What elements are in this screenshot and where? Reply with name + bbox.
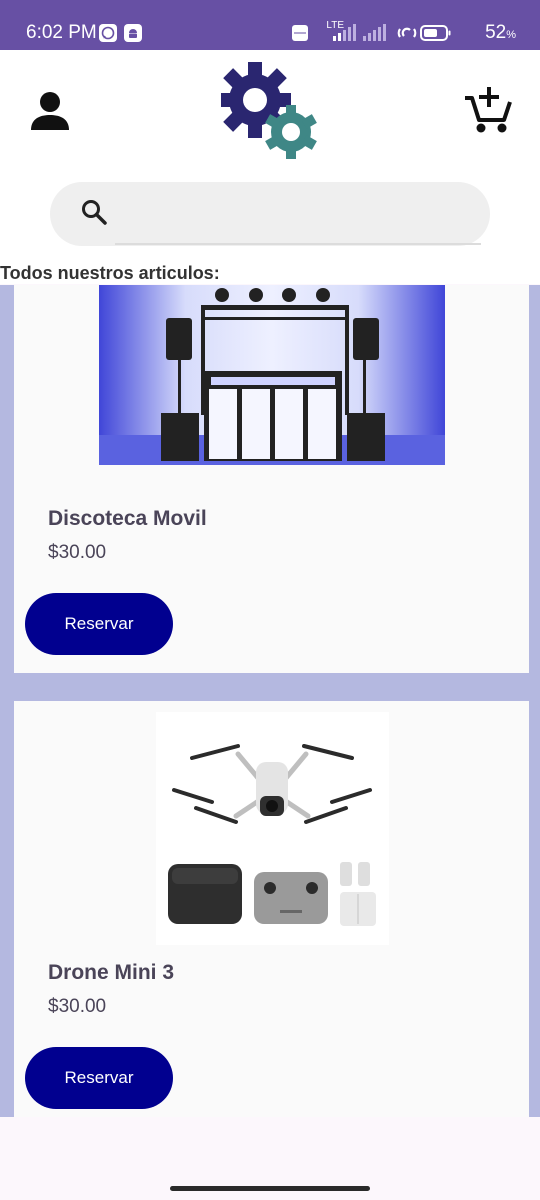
search-input[interactable]	[118, 194, 472, 236]
reserve-button[interactable]: Reservar	[25, 1047, 173, 1109]
search-icon[interactable]	[80, 198, 108, 226]
section-title: Todos nuestros articulos:	[0, 263, 220, 283]
hotspot-icon	[397, 27, 417, 38]
product-price: $30.00	[48, 542, 107, 563]
home-indicator[interactable]	[170, 1186, 370, 1191]
signal-icon-2	[363, 24, 386, 41]
whatsapp-icon	[99, 24, 117, 42]
battery-level: 52%	[485, 22, 516, 43]
person-icon[interactable]	[28, 90, 72, 132]
signal-icon	[333, 24, 356, 41]
product-image-drone	[156, 712, 389, 945]
add-to-cart-icon[interactable]	[462, 84, 514, 136]
gears-logo	[221, 62, 319, 160]
status-bar: 6:02 PM LTE 52%	[0, 0, 540, 50]
status-time: 6:02 PM	[26, 22, 97, 43]
product-name: Drone Mini 3	[48, 961, 175, 984]
product-price: $30.00	[48, 996, 107, 1017]
android-icon	[124, 24, 142, 42]
product-name: Discoteca Movil	[48, 507, 207, 530]
volte-icon	[292, 25, 308, 41]
product-image-discoteca	[99, 285, 445, 465]
search-underline	[115, 243, 481, 245]
reserve-button[interactable]: Reservar	[25, 593, 173, 655]
battery-icon	[420, 25, 451, 41]
